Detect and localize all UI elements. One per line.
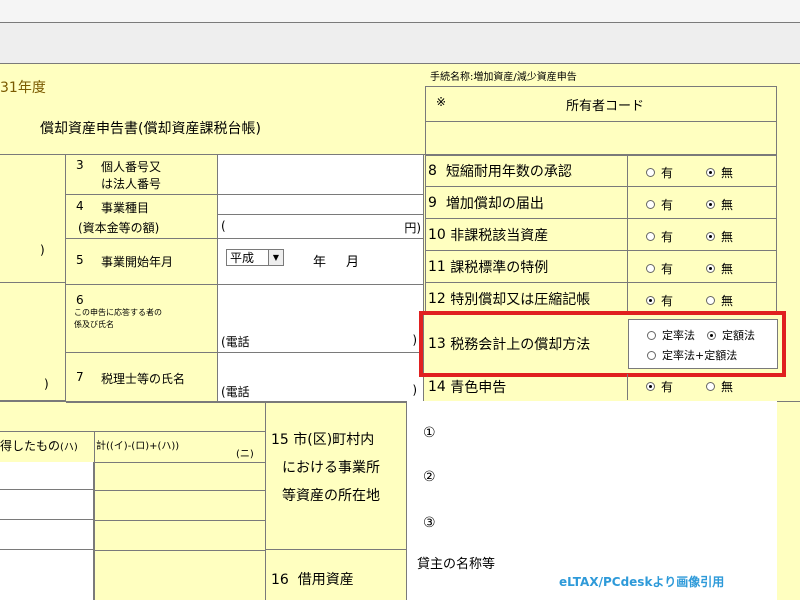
- row-4-label: 4 事業種目 (資本金等の額): [66, 195, 218, 239]
- chevron-down-icon: ▼: [268, 250, 283, 265]
- tax-accountant-input[interactable]: (電話 ): [218, 353, 424, 403]
- row-11-radio-yes[interactable]: 有: [646, 260, 673, 277]
- owner-code-field[interactable]: [425, 121, 777, 155]
- owner-code-header: ※ 所有者コード: [425, 86, 777, 122]
- location-item-1: ①: [423, 425, 436, 441]
- row-10-options: 有 無: [628, 219, 777, 251]
- row-8-radio-yes[interactable]: 有: [646, 164, 673, 181]
- column-header-n-mark: (ニ): [236, 449, 254, 460]
- row-11-radio-no[interactable]: 無: [706, 260, 733, 277]
- row-10-label: 10 非課税該当資産: [425, 219, 628, 251]
- lessor-field[interactable]: 貸主の名称等 eLTAX/PCdeskより画像引用: [407, 549, 777, 600]
- image-credit: eLTAX/PCdeskより画像引用: [559, 575, 725, 589]
- row-8-label: 8 短縮耐用年数の承認: [425, 155, 628, 187]
- row-7-label: 7 税理士等の氏名: [66, 353, 218, 403]
- column-header-h: 得したもの(ハ): [0, 439, 78, 453]
- business-start-field: 平成 ▼ 年 月: [218, 239, 424, 285]
- owner-code-mark: ※: [436, 95, 447, 109]
- grid-line-h0: [0, 431, 265, 432]
- grid-line-v1: [94, 431, 95, 600]
- row-6-label: 6 この申告に応答する者の 係及び氏名: [66, 285, 218, 353]
- row-9-label: 9 増加償却の届出: [425, 187, 628, 219]
- row-8-options: 有 無: [628, 155, 777, 187]
- location-item-2: ②: [423, 469, 436, 485]
- row-12-radio-yes[interactable]: 有: [646, 292, 673, 309]
- form-title: 償却資産申告書(償却資産課税台帳): [40, 121, 261, 137]
- contact-person-input[interactable]: (電話 ): [218, 285, 424, 353]
- cell-h-1[interactable]: [0, 462, 94, 490]
- row-10-radio-no[interactable]: 無: [706, 228, 733, 245]
- row-13-options: 定率法 定額法 定率法+定額法: [628, 319, 778, 369]
- era-select[interactable]: 平成 ▼: [226, 249, 284, 266]
- row-12-radio-no[interactable]: 無: [706, 292, 733, 309]
- row-13-radio-both[interactable]: 定率法+定額法: [647, 347, 737, 363]
- individual-number-input[interactable]: [218, 155, 424, 195]
- row-11-options: 有 無: [628, 251, 777, 283]
- row-14-radio-yes[interactable]: 有: [646, 378, 673, 395]
- column-header-n: 計((イ)-(ロ)+(ハ)): [96, 441, 180, 452]
- capital-amount-input[interactable]: ( 円): [218, 215, 424, 239]
- row-14-label: 14 青色申告: [425, 374, 628, 400]
- toolbar-strip: [0, 22, 800, 64]
- location-addresses[interactable]: ① ② ③: [407, 401, 777, 549]
- cell-h-2[interactable]: [0, 490, 94, 520]
- location-item-3: ③: [423, 515, 436, 531]
- window-top-bar: [0, 0, 800, 22]
- row-14-options: 有 無: [628, 374, 777, 400]
- row-16-label: 16 借用資産: [265, 549, 407, 600]
- row-13-label: 13 税務会計上の償却方法: [428, 336, 591, 353]
- left-col-cell-2: ): [0, 283, 66, 401]
- business-type-input[interactable]: [218, 195, 424, 215]
- left-close-paren-1: ): [40, 243, 45, 257]
- month-unit: 月: [346, 255, 360, 270]
- row-11-label: 11 課税標準の特例: [425, 251, 628, 283]
- row-13-radio-straight[interactable]: 定額法: [707, 327, 755, 343]
- lessor-label: 貸主の名称等: [417, 557, 496, 572]
- procedure-name: 手続名称:増加資産/減少資産申告: [430, 72, 577, 83]
- row-9-radio-yes[interactable]: 有: [646, 196, 673, 213]
- cell-h-4[interactable]: [0, 550, 94, 600]
- row-3-label: 3 個人番号又 は法人番号: [66, 155, 218, 195]
- left-col-cell-1: ): [0, 155, 66, 283]
- row-8-radio-no[interactable]: 無: [706, 164, 733, 181]
- row-14-radio-no[interactable]: 無: [706, 378, 733, 395]
- row-13-radio-declining[interactable]: 定率法: [647, 327, 695, 343]
- left-close-paren-2: ): [44, 377, 49, 391]
- year-unit: 年: [313, 255, 327, 270]
- row-10-radio-yes[interactable]: 有: [646, 228, 673, 245]
- year-label: 31年度: [0, 80, 46, 96]
- row-9-options: 有 無: [628, 187, 777, 219]
- row-9-radio-no[interactable]: 無: [706, 196, 733, 213]
- row-15-label: 15 市(区)町村内 における事業所 等資産の所在地: [265, 401, 407, 549]
- cell-h-3[interactable]: [0, 520, 94, 550]
- row-5-label: 5 事業開始年月: [66, 239, 218, 285]
- owner-code-label: 所有者コード: [566, 99, 645, 114]
